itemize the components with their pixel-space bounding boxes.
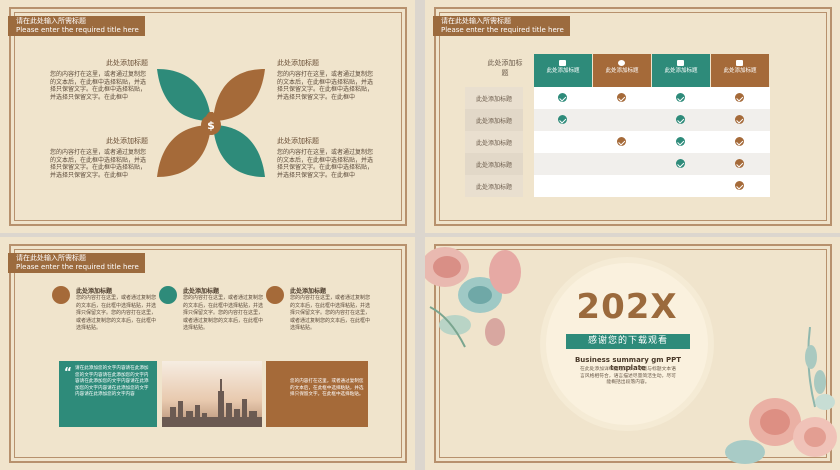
slide-3-frame bbox=[9, 244, 407, 463]
check-icon bbox=[558, 115, 567, 124]
check-icon bbox=[735, 93, 744, 102]
check-icon bbox=[735, 137, 744, 146]
slide-3[interactable]: 请在此处输入所需标题 Please enter the required tit… bbox=[0, 237, 415, 470]
slide-1-title-bar[interactable]: 请在此处输入所需标题 Please enter the required tit… bbox=[8, 16, 145, 36]
table-row-label: 此处添加标题 bbox=[465, 153, 523, 175]
quote-box: “ 请在此添加您的文字内容请在此添加您的文字内容请在此添加您的文字内容请在此添加… bbox=[59, 361, 157, 427]
chat-icon bbox=[266, 286, 284, 304]
check-icon bbox=[676, 137, 685, 146]
slide-1[interactable]: 请在此处输入所需标题 Please enter the required tit… bbox=[0, 0, 415, 233]
briefcase-icon bbox=[52, 286, 70, 304]
check-icon bbox=[617, 93, 626, 102]
title-zh: 请在此处输入所需标题 bbox=[16, 17, 86, 25]
floral-decoration-bottom-right bbox=[725, 327, 837, 464]
slide-1-block-top-right: 此处添加标题 您的内容打在这里，或者通过复制您的文本后，在此框中选择粘贴，并选择… bbox=[277, 58, 377, 101]
block-title: 此处添加标题 bbox=[277, 137, 319, 145]
check-icon bbox=[676, 115, 685, 124]
title-en: Please enter the required title here bbox=[16, 26, 139, 34]
folder-icon bbox=[736, 60, 743, 66]
column-header-4: 此处添加标题 bbox=[711, 54, 769, 87]
feature-title: 此处添加标题 bbox=[183, 288, 220, 295]
title-en: Please enter the required title here bbox=[16, 263, 139, 271]
check-icon bbox=[617, 137, 626, 146]
table-row-label: 此处添加标题 bbox=[465, 109, 523, 131]
block-body: 您的内容打在这里，或者通过复制您的文本后，在此框中选择粘贴，并选择只保留文字。在… bbox=[50, 149, 147, 179]
globe-icon bbox=[159, 286, 177, 304]
trophy-icon bbox=[559, 60, 566, 66]
block-body: 您的内容打在这里，或者通过复制您的文本后，在此框中选择粘贴，并选择只保留文字。在… bbox=[50, 71, 147, 101]
slide-1-block-top-left: 此处添加标题 您的内容打在这里，或者通过复制您的文本后，在此框中选择粘贴，并选择… bbox=[50, 58, 148, 101]
text-box-body: 您的内容打在这里，或者通过复制您的文本后，在此框中选择粘贴，并选择只保留文字。在… bbox=[290, 379, 364, 398]
block-body: 您的内容打在这里，或者通过复制您的文本后，在此框中选择粘贴，并选择只保留文字。在… bbox=[277, 71, 374, 101]
check-icon bbox=[735, 181, 744, 190]
year-text: 202X bbox=[576, 287, 678, 327]
block-title: 此处添加标题 bbox=[106, 59, 148, 67]
quote-text: 请在此添加您的文字内容请在此添加您的文字内容请在此添加您的文字内容请在此添加您的… bbox=[75, 366, 149, 398]
block-title: 此处添加标题 bbox=[277, 59, 319, 67]
chat-icon bbox=[618, 60, 625, 66]
slide-1-block-bottom-right: 此处添加标题 您的内容打在这里，或者通过复制您的文本后，在此框中选择粘贴，并选择… bbox=[277, 136, 377, 179]
title-en: Please enter the required title here bbox=[441, 26, 564, 34]
block-title: 此处添加标题 bbox=[106, 137, 148, 145]
title-zh: 请在此处输入所需标题 bbox=[441, 17, 511, 25]
briefcase-icon bbox=[677, 60, 684, 66]
column-header-1: 此处添加标题 bbox=[534, 54, 592, 87]
slide-3-title-bar[interactable]: 请在此处输入所需标题 Please enter the required tit… bbox=[8, 253, 145, 273]
slide-2[interactable]: 请在此处输入所需标题 Please enter the required tit… bbox=[425, 0, 840, 233]
block-body: 您的内容打在这里，或者通过复制您的文本后，在此框中选择粘贴，并选择只保留文字。在… bbox=[277, 149, 374, 179]
description-text: 在此处添加详细描述文本，尽量与标题文本语言风格相符合，语言描述尽量简洁生动，尽可… bbox=[580, 367, 676, 386]
quote-icon: “ bbox=[64, 365, 72, 379]
check-icon bbox=[558, 93, 567, 102]
check-icon bbox=[676, 93, 685, 102]
column-header-3: 此处添加标题 bbox=[652, 54, 710, 87]
column-header-2: 此处添加标题 bbox=[593, 54, 651, 87]
svg-text:$: $ bbox=[207, 119, 215, 132]
thanks-text: 感谢您的下载观看 bbox=[587, 336, 668, 346]
feature-title: 此处添加标题 bbox=[290, 288, 327, 295]
feature-body: 您的内容打在这里，或者通过复制您的文本后，在此框中选择粘贴，并选择只保留文字。您… bbox=[183, 295, 264, 331]
check-icon bbox=[735, 159, 744, 168]
table-corner-label: 此处添加标题 bbox=[487, 59, 523, 77]
city-photo bbox=[162, 361, 262, 427]
thanks-banner: 感谢您的下载观看 bbox=[566, 334, 690, 349]
title-zh: 请在此处输入所需标题 bbox=[16, 254, 86, 262]
table-row-label: 此处添加标题 bbox=[465, 87, 523, 109]
flower-graphic: $ bbox=[157, 69, 265, 177]
slide-4[interactable]: 202X 感谢您的下载观看 Business summary gm PPT te… bbox=[425, 237, 840, 470]
floral-decoration-top-left bbox=[425, 247, 521, 348]
slide-2-title-bar[interactable]: 请在此处输入所需标题 Please enter the required tit… bbox=[433, 16, 570, 36]
feature-body: 您的内容打在这里，或者通过复制您的文本后，在此框中选择粘贴，并选择只保留文字。您… bbox=[290, 295, 371, 331]
check-icon bbox=[676, 159, 685, 168]
feature-title: 此处添加标题 bbox=[76, 288, 113, 295]
check-icon bbox=[735, 115, 744, 124]
text-box: 您的内容打在这里，或者通过复制您的文本后，在此框中选择粘贴，并选择只保留文字。在… bbox=[266, 361, 368, 427]
table-row-label: 此处添加标题 bbox=[465, 175, 523, 197]
slide-1-block-bottom-left: 此处添加标题 您的内容打在这里，或者通过复制您的文本后，在此框中选择粘贴，并选择… bbox=[50, 136, 148, 179]
feature-body: 您的内容打在这里，或者通过复制您的文本后，在此框中选择粘贴，并选择只保留文字。您… bbox=[76, 295, 157, 331]
table-row-label: 此处添加标题 bbox=[465, 131, 523, 153]
